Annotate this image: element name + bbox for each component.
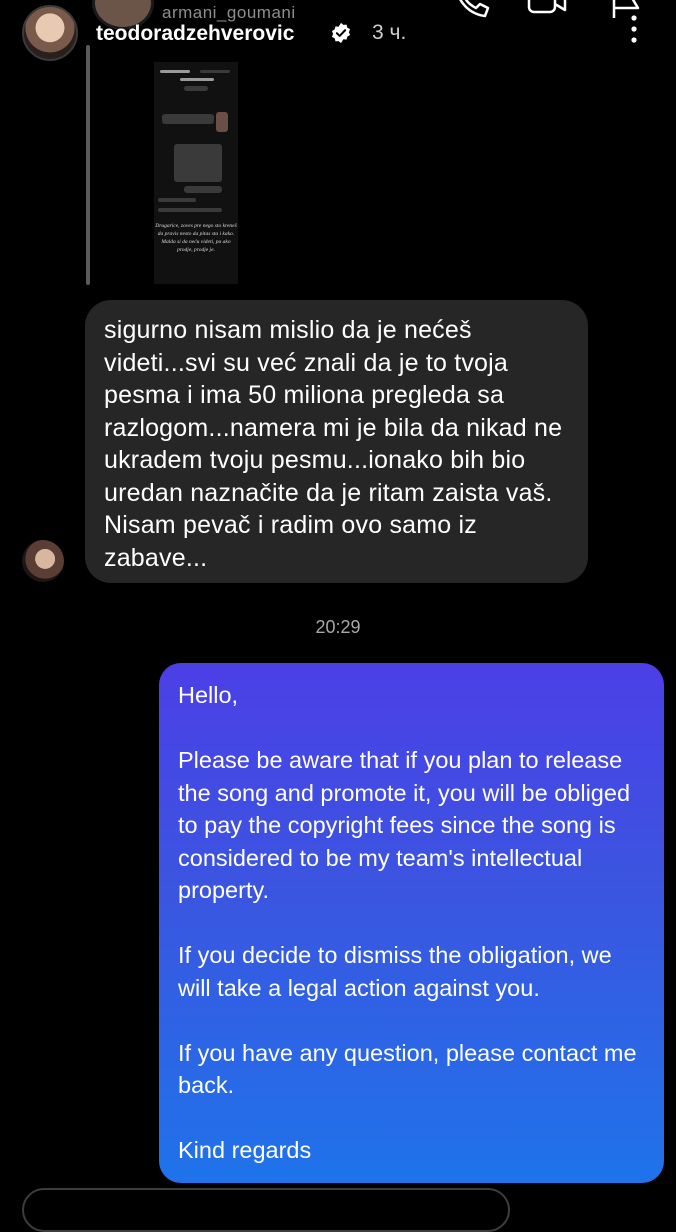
more-vertical-icon[interactable] xyxy=(628,14,640,46)
reply-indicator-bar xyxy=(86,45,90,285)
story-author-avatar[interactable] xyxy=(22,5,78,61)
shared-story-preview[interactable]: Drugarice, zoves pre nego sto kreneš da … xyxy=(154,62,238,284)
message-paragraph-1: Please be aware that if you plan to rele… xyxy=(178,747,631,903)
message-greeting: Hello, xyxy=(178,682,239,708)
message-input[interactable] xyxy=(22,1188,510,1232)
message-paragraph-3: If you have any question, please contact… xyxy=(178,1039,637,1099)
sender-avatar[interactable] xyxy=(22,540,64,582)
video-camera-icon[interactable] xyxy=(527,0,567,16)
phone-icon[interactable] xyxy=(455,0,491,18)
incoming-message-bubble[interactable]: sigurno nisam mislio da je nećeš videti.… xyxy=(85,300,588,583)
verified-badge-icon xyxy=(331,22,351,44)
message-closing: Kind regards xyxy=(178,1137,312,1163)
story-author-username[interactable]: teodoradzehverovic xyxy=(96,22,294,46)
other-username: armani_goumani xyxy=(162,3,296,22)
outgoing-message-bubble[interactable]: Hello, Please be aware that if you plan … xyxy=(159,663,664,1183)
message-timestamp: 20:29 xyxy=(315,617,361,637)
message-paragraph-2: If you decide to dismiss the obligation,… xyxy=(178,942,612,1001)
shared-post-caption: Drugarice, zoves pre nego sto kreneš da … xyxy=(155,223,237,253)
story-time-ago: 3 ч. xyxy=(372,21,407,44)
incoming-message-text: sigurno nisam mislio da je nećeš videti.… xyxy=(104,316,563,572)
